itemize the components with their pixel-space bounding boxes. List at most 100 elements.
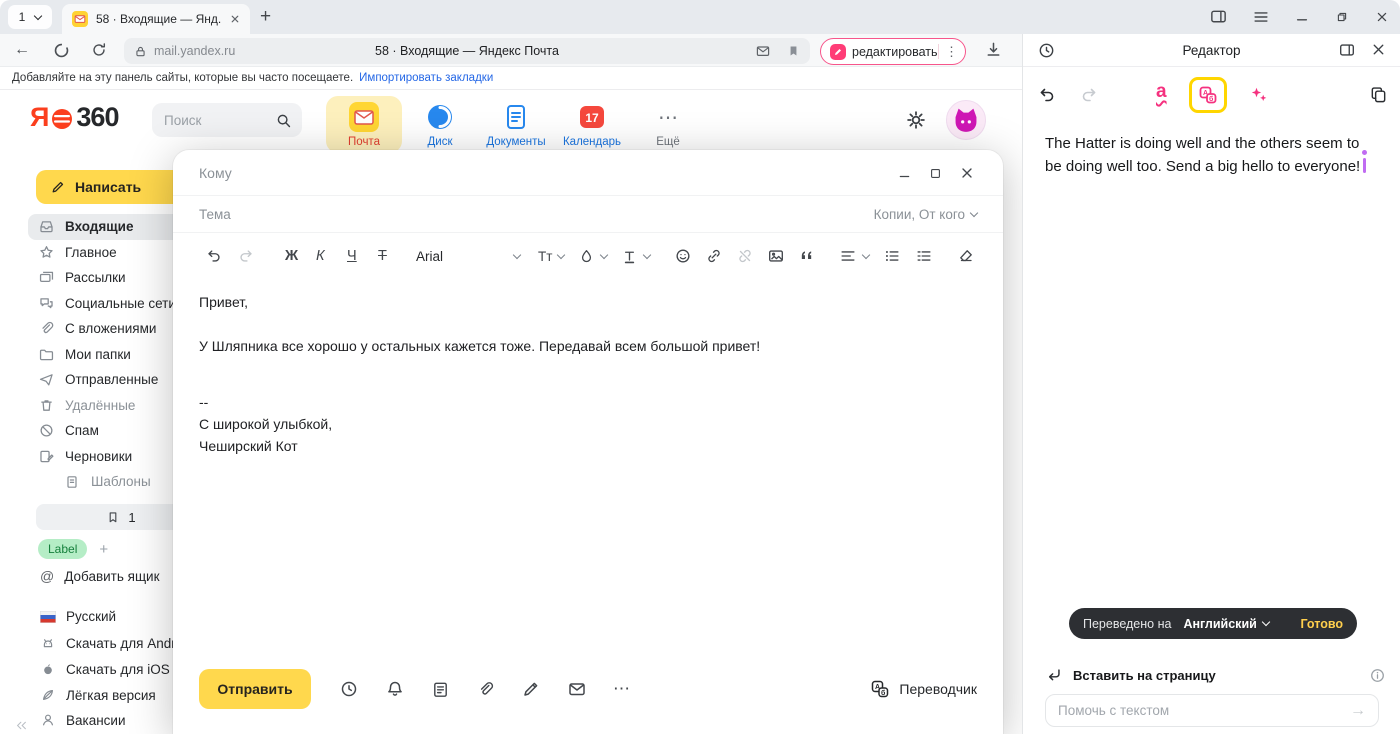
submit-arrow-icon[interactable]: → (1350, 702, 1366, 720)
window-restore-icon[interactable] (1334, 9, 1350, 25)
eraser-icon[interactable] (957, 247, 975, 265)
window-minimize-icon[interactable] (1294, 9, 1310, 25)
underline-button[interactable]: Ч (347, 248, 363, 264)
font-size-dropdown[interactable]: Tт (538, 249, 564, 264)
sparkles-icon[interactable] (1249, 85, 1269, 105)
compose-expand-icon[interactable] (929, 167, 942, 180)
app-disk[interactable]: Диск (402, 96, 478, 153)
download-android-link[interactable]: Скачать для Android (40, 635, 194, 651)
schedule-clock-icon[interactable] (339, 679, 359, 699)
avatar[interactable] (946, 100, 986, 140)
mail-check-icon[interactable] (755, 43, 771, 59)
copy-icon[interactable] (1369, 85, 1388, 104)
italic-button[interactable]: К (316, 248, 332, 264)
tab-bar: 1 58 · Входящие — Янд... + (0, 0, 1400, 34)
panel-undo-icon[interactable] (1037, 85, 1057, 105)
redo-icon[interactable] (237, 247, 255, 265)
paperclip-icon (38, 320, 55, 337)
app-documents[interactable]: Документы (478, 96, 554, 153)
window-close-icon[interactable] (1374, 9, 1390, 25)
ai-helper-inputbox[interactable]: → (1045, 694, 1379, 727)
compose-close-icon[interactable] (959, 165, 975, 181)
send-button[interactable]: Отправить (199, 669, 311, 709)
search-box[interactable] (152, 103, 302, 137)
app-more[interactable]: ⋯ Ещё (630, 96, 706, 153)
tab-close-icon[interactable] (228, 12, 242, 26)
yandex-360-logo[interactable]: Я 360 (30, 102, 118, 133)
new-tab-button[interactable]: + (260, 6, 271, 28)
numbered-list-icon[interactable] (915, 247, 933, 265)
bullet-list-icon[interactable] (883, 247, 901, 265)
vacancies-link[interactable]: Вакансии (40, 712, 126, 728)
text-color-dropdown[interactable] (621, 248, 650, 265)
ai-helper-input[interactable] (1058, 703, 1342, 718)
survey-icon[interactable] (431, 680, 450, 699)
import-bookmarks-link[interactable]: Импортировать закладки (359, 72, 493, 84)
bookmark-flag-icon[interactable] (787, 44, 800, 58)
subject-field[interactable]: Тема Копии, От кого (173, 196, 1003, 233)
link-icon[interactable] (705, 247, 723, 265)
font-family-dropdown[interactable]: Arial (416, 249, 520, 264)
edit-button[interactable]: редактировать ⋮ (820, 38, 966, 65)
cc-from-toggle[interactable]: Копии, От кого (874, 207, 977, 222)
svg-text:А: А (875, 684, 880, 691)
language-dropdown[interactable]: Английский (1183, 617, 1268, 631)
search-input[interactable] (164, 113, 275, 128)
add-label-button[interactable]: + (99, 541, 108, 558)
light-version-link[interactable]: Лёгкая версия (40, 687, 156, 703)
address-bar[interactable]: mail.yandex.ru 58 · Входящие — Яндекс По… (124, 38, 810, 64)
align-dropdown[interactable] (839, 247, 869, 265)
attach-file-icon[interactable] (476, 680, 495, 699)
menu-icon[interactable] (1252, 8, 1270, 26)
translate-tool-highlighted[interactable]: Аб (1189, 77, 1227, 113)
bold-button[interactable]: Ж (285, 248, 301, 264)
edit-more-icon[interactable]: ⋮ (945, 44, 957, 60)
improve-text-icon[interactable]: a (1156, 82, 1167, 101)
more-options-icon[interactable]: ⋯ (613, 679, 631, 699)
insert-to-page-action[interactable]: Вставить на страницу (1045, 664, 1386, 686)
emoji-icon[interactable] (674, 247, 692, 265)
add-mailbox-button[interactable]: @ Добавить ящик (40, 568, 160, 584)
download-icon[interactable] (984, 40, 1003, 59)
collapse-corner-icon[interactable] (14, 719, 29, 732)
font-family-value: Arial (416, 249, 443, 264)
translator-button[interactable]: Аб Переводчик (870, 679, 977, 699)
tab-mail[interactable]: 58 · Входящие — Янд... (62, 4, 250, 34)
app-mail[interactable]: Почта (326, 96, 402, 153)
open-in-window-icon[interactable] (1338, 41, 1356, 59)
language-switch[interactable]: Русский (40, 609, 116, 624)
unlink-icon[interactable] (736, 247, 754, 265)
translated-text-content: The Hatter is doing well and the others … (1045, 135, 1360, 175)
tab-counter[interactable]: 1 (8, 5, 52, 29)
panel-close-icon[interactable] (1370, 41, 1387, 58)
signature-pen-icon[interactable] (521, 679, 541, 699)
strikethrough-button[interactable]: Т (378, 248, 394, 264)
quote-icon[interactable] (798, 248, 815, 265)
back-icon[interactable]: ← (14, 41, 30, 59)
download-ios-link[interactable]: Скачать для iOS (40, 661, 170, 677)
translator-icon: Аб (870, 679, 890, 699)
chevron-down-icon (513, 250, 521, 258)
panel-redo-icon[interactable] (1079, 85, 1099, 105)
folder-icon (38, 346, 55, 363)
disk-app-icon (425, 102, 455, 132)
envelope-icon[interactable] (567, 679, 587, 699)
info-icon[interactable] (1369, 667, 1386, 684)
message-body[interactable]: Привет, У Шляпника все хорошо у остальны… (173, 279, 1003, 457)
gear-icon[interactable] (905, 109, 927, 131)
side-panel-icon[interactable] (1209, 7, 1228, 26)
app-calendar[interactable]: 17 Календарь (554, 96, 630, 153)
label-tag[interactable]: Label (38, 539, 87, 559)
fill-color-dropdown[interactable] (578, 248, 607, 265)
tab-title: 58 · Входящие — Янд... (96, 12, 222, 26)
to-field[interactable]: Кому (173, 150, 1003, 196)
refresh-icon[interactable] (90, 41, 108, 59)
folder-label: Шаблоны (91, 474, 151, 489)
browser-ring-icon[interactable] (52, 41, 71, 60)
compose-minimize-icon[interactable] (897, 166, 912, 181)
done-button[interactable]: Готово (1300, 617, 1343, 631)
trash-icon (38, 397, 55, 414)
image-icon[interactable] (767, 247, 785, 265)
reminder-bell-icon[interactable] (385, 679, 405, 699)
undo-icon[interactable] (205, 247, 223, 265)
